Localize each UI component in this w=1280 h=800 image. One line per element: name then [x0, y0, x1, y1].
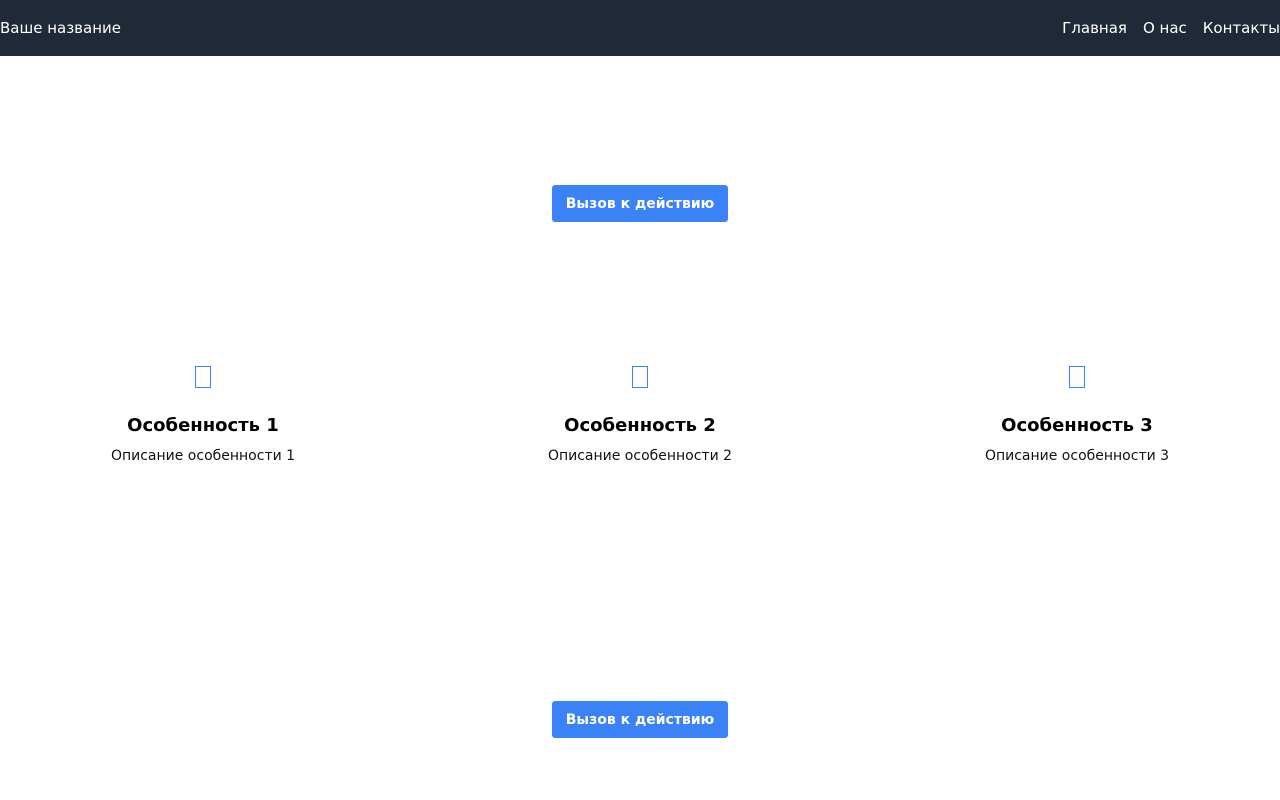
placeholder-icon	[1069, 366, 1085, 388]
feature-title: Особенность 3	[1001, 415, 1153, 436]
top-navbar: Ваше название Главная О нас Контакты	[0, 0, 1280, 56]
placeholder-icon	[195, 366, 211, 388]
footer-cta-button[interactable]: Вызов к действию	[552, 701, 728, 738]
nav-link-about[interactable]: О нас	[1143, 19, 1187, 37]
feature-title: Особенность 2	[564, 415, 716, 436]
feature-description: Описание особенности 3	[984, 448, 1170, 464]
site-brand[interactable]: Ваше название	[0, 0, 121, 56]
nav-link-home[interactable]: Главная	[1062, 19, 1127, 37]
hero-cta-button[interactable]: Вызов к действию	[552, 185, 728, 222]
feature-description: Описание особенности 2	[547, 448, 733, 464]
nav-links: Главная О нас Контакты	[1046, 0, 1280, 56]
feature-card-3: Особенность 3 Описание особенности 3	[927, 366, 1227, 464]
nav-link-contacts[interactable]: Контакты	[1203, 19, 1280, 37]
feature-card-1: Особенность 1 Описание особенности 1	[53, 366, 353, 464]
feature-description: Описание особенности 1	[110, 448, 296, 464]
placeholder-icon	[632, 366, 648, 388]
feature-card-2: Особенность 2 Описание особенности 2	[490, 366, 790, 464]
feature-title: Особенность 1	[127, 415, 279, 436]
